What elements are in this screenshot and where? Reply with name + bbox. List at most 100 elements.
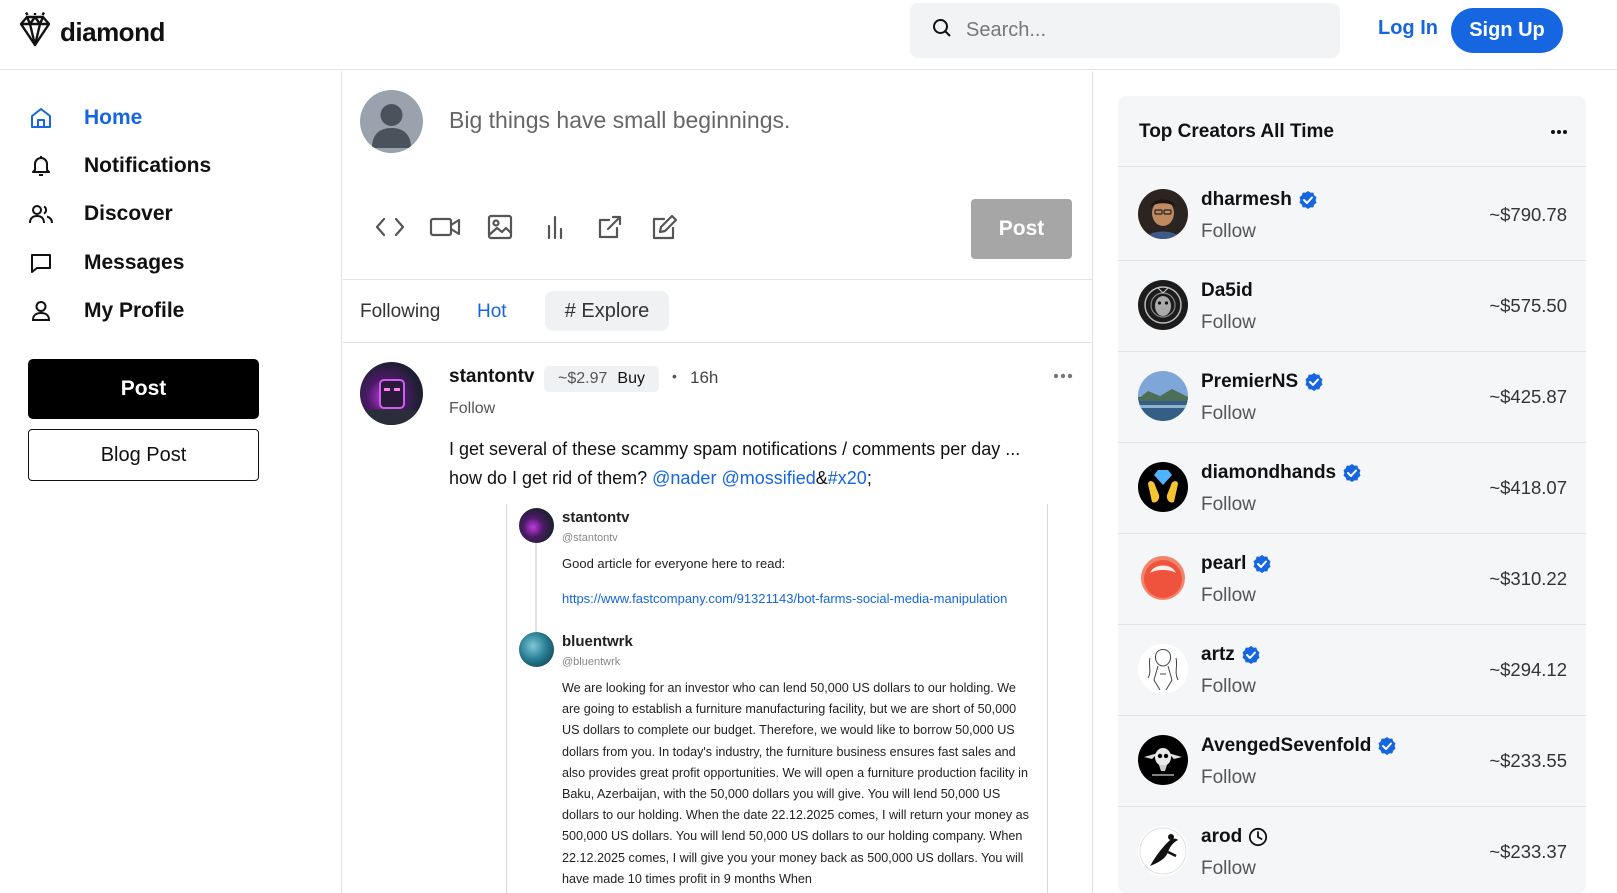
nav-label: Notifications: [84, 154, 212, 177]
users-icon: [28, 201, 54, 227]
creator-row[interactable]: Da5id Follow ~$575.50: [1118, 259, 1586, 352]
creator-row[interactable]: arod Follow ~$233.37: [1118, 805, 1586, 893]
creator-follow-button[interactable]: Follow: [1201, 858, 1256, 880]
nav-label: Home: [84, 106, 143, 129]
creator-name[interactable]: artz: [1201, 644, 1261, 666]
post-author-avatar[interactable]: [360, 362, 423, 425]
edit-icon[interactable]: [648, 210, 682, 244]
tab-explore[interactable]: # Explore: [545, 291, 669, 331]
video-icon[interactable]: [428, 210, 462, 244]
embed-avatar-stantontv: [519, 508, 554, 543]
nav-discover[interactable]: Discover: [28, 201, 173, 227]
post-body: I get several of these scammy spam notif…: [449, 435, 1049, 493]
top-creators-title: Top Creators All Time: [1139, 121, 1334, 142]
creator-avatar[interactable]: [1138, 553, 1188, 603]
embed-avatar-bluentwrk: [519, 632, 554, 667]
more-options-icon[interactable]: [1053, 366, 1073, 384]
creator-name-text: pearl: [1201, 553, 1247, 574]
embed-article-link: https://www.fastcompany.com/91321143/bot…: [562, 591, 1008, 606]
creator-follow-button[interactable]: Follow: [1201, 767, 1256, 789]
bell-icon: [28, 153, 54, 179]
verified-icon: [1298, 190, 1318, 210]
creator-avatar[interactable]: [1138, 189, 1188, 239]
mention-link[interactable]: @nader: [652, 468, 716, 488]
creator-follow-button[interactable]: Follow: [1201, 585, 1256, 607]
composer-avatar: [360, 90, 423, 153]
embed-user1-text: Good article for everyone here to read:: [562, 556, 786, 571]
creator-follow-button[interactable]: Follow: [1201, 312, 1256, 334]
external-link-icon[interactable]: [593, 210, 627, 244]
top-header: diamond Log In Sign Up: [0, 0, 1617, 70]
creator-name[interactable]: AvengedSevenfold: [1201, 735, 1397, 757]
embed-user1-handle: @stantontv: [562, 532, 618, 544]
image-icon[interactable]: [483, 210, 517, 244]
creator-avatar[interactable]: [1138, 826, 1188, 876]
nav-notifications[interactable]: Notifications: [28, 153, 211, 179]
mention-link[interactable]: @mossified: [721, 468, 815, 488]
creator-follow-button[interactable]: Follow: [1201, 676, 1256, 698]
post-button[interactable]: Post: [28, 359, 259, 419]
creator-row[interactable]: artz Follow ~$294.12: [1118, 623, 1586, 716]
buy-button[interactable]: Buy: [617, 370, 645, 388]
login-button[interactable]: Log In: [1378, 17, 1438, 40]
tab-hot[interactable]: Hot: [477, 301, 507, 323]
signup-button[interactable]: Sign Up: [1451, 8, 1563, 53]
more-options-icon[interactable]: [1550, 122, 1568, 140]
verified-icon: [1252, 554, 1272, 574]
embedded-screenshot: stantontv @stantontv Good article for ev…: [506, 504, 1048, 893]
ampersand-text: &: [815, 468, 828, 488]
code-icon[interactable]: [373, 210, 407, 244]
creator-name[interactable]: arod: [1201, 826, 1268, 848]
nav-label: My Profile: [84, 299, 185, 322]
blog-post-button[interactable]: Blog Post: [28, 429, 259, 481]
creator-follow-button[interactable]: Follow: [1201, 494, 1256, 516]
creator-follow-button[interactable]: Follow: [1201, 403, 1256, 425]
creator-name[interactable]: PremierNS: [1201, 371, 1324, 393]
nav-messages[interactable]: Messages: [28, 250, 184, 276]
creator-name[interactable]: dharmesh: [1201, 189, 1318, 211]
creator-avatar[interactable]: [1138, 462, 1188, 512]
home-icon: [28, 105, 54, 131]
poll-icon[interactable]: [538, 210, 572, 244]
nav-my-profile[interactable]: My Profile: [28, 298, 184, 324]
nav-home[interactable]: Home: [28, 105, 142, 131]
post-body-suffix: ;: [866, 468, 872, 488]
search-bar[interactable]: [910, 3, 1340, 58]
search-input[interactable]: [966, 19, 1306, 42]
coin-price: ~$2.97: [558, 370, 608, 387]
post-author-name[interactable]: stantontv: [449, 366, 535, 388]
creator-avatar[interactable]: [1138, 371, 1188, 421]
creator-row[interactable]: PremierNS Follow ~$425.87: [1118, 350, 1586, 443]
creator-avatar[interactable]: [1138, 280, 1188, 330]
composer-post-button[interactable]: Post: [971, 199, 1072, 259]
creator-name[interactable]: pearl: [1201, 553, 1272, 575]
creator-name-text: diamondhands: [1201, 462, 1337, 483]
hashtag-link[interactable]: #x20: [828, 468, 867, 488]
embed-user2-name: bluentwrk: [562, 633, 633, 650]
creator-row[interactable]: AvengedSevenfold Follow ~$233.55: [1118, 714, 1586, 807]
creator-coin-value: ~$790.78: [1489, 204, 1567, 225]
verified-icon: [1377, 736, 1397, 756]
creator-row[interactable]: dharmesh Follow ~$790.78: [1118, 168, 1586, 261]
separator-dot: •: [672, 368, 677, 384]
creator-name-text: PremierNS: [1201, 371, 1299, 392]
search-icon: [932, 18, 952, 43]
post-composer: Big things have small beginnings. Post: [343, 71, 1092, 280]
post-follow-button[interactable]: Follow: [449, 400, 495, 418]
main-feed: Big things have small beginnings. Post F…: [343, 71, 1093, 893]
tab-following[interactable]: Following: [360, 301, 440, 323]
post-timestamp: 16h: [690, 368, 719, 387]
composer-input[interactable]: Big things have small beginnings.: [449, 107, 790, 134]
creator-avatar[interactable]: [1138, 735, 1188, 785]
logo[interactable]: diamond: [18, 11, 165, 53]
creator-name[interactable]: Da5id: [1201, 280, 1253, 302]
nav-label: Discover: [84, 202, 173, 225]
creator-avatar[interactable]: [1138, 644, 1188, 694]
creator-follow-button[interactable]: Follow: [1201, 221, 1256, 243]
verified-icon: [1342, 463, 1362, 483]
creator-row[interactable]: pearl Follow ~$310.22: [1118, 532, 1586, 625]
creator-row[interactable]: diamondhands Follow ~$418.07: [1118, 441, 1586, 534]
creator-name-text: artz: [1201, 644, 1235, 665]
creator-name[interactable]: diamondhands: [1201, 462, 1362, 484]
creator-coin-value: ~$418.07: [1489, 477, 1567, 498]
